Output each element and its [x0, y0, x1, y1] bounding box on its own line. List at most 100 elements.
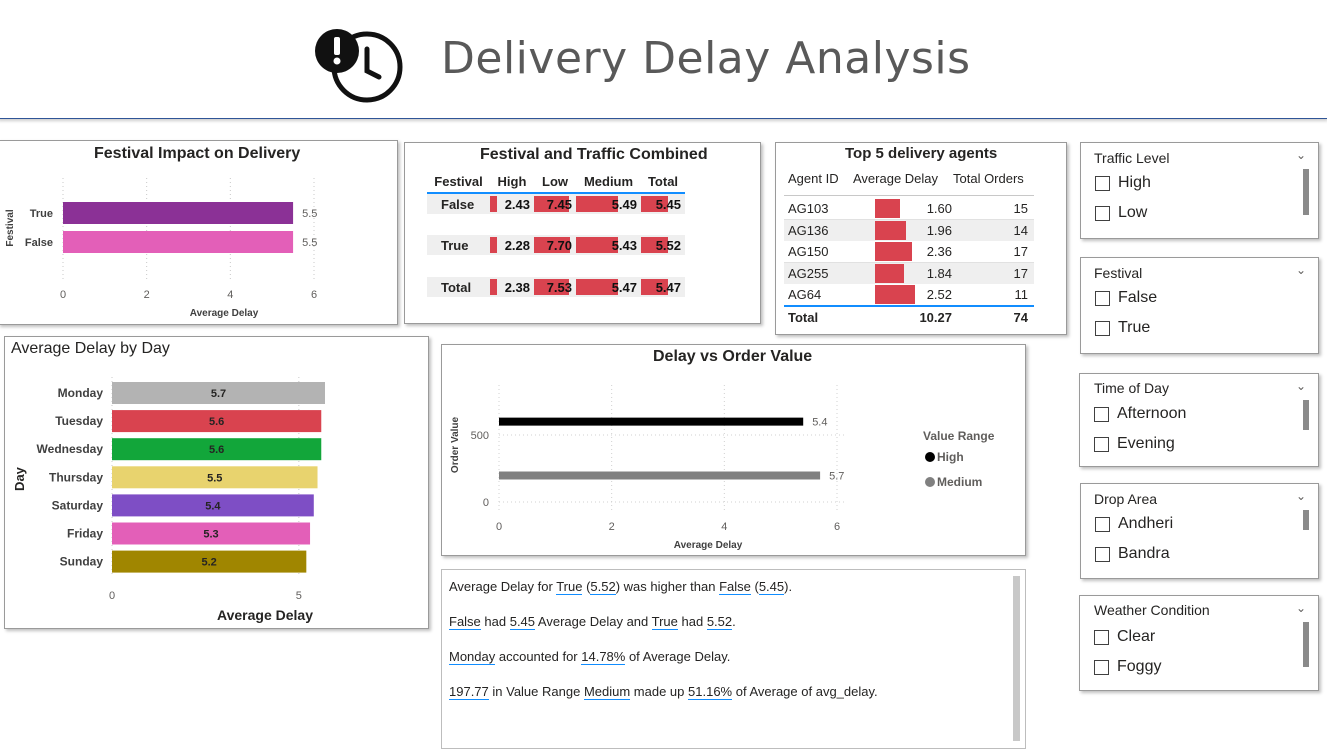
chevron-down-icon[interactable]: ⌄	[1296, 379, 1306, 393]
x-axis-title: Average Delay	[674, 540, 743, 551]
y-category-label: Friday	[67, 527, 103, 541]
x-tick-label: 0	[60, 289, 66, 301]
data-label: 5.5	[207, 472, 222, 484]
average-delay: 1.96	[926, 222, 952, 238]
agent-id: AG255	[788, 265, 829, 281]
col-header: Festival	[434, 173, 483, 189]
checkbox[interactable]	[1095, 516, 1110, 532]
slicer-scrollbar[interactable]	[1303, 169, 1309, 215]
table-row[interactable]: AG150 2.36 17	[784, 241, 1034, 263]
matrix-cell: 7.70	[534, 235, 576, 255]
festival-traffic-matrix[interactable]: Festival and Traffic Combined Festival H…	[404, 142, 761, 324]
legend-marker	[925, 452, 935, 462]
x-tick-label: 0	[496, 521, 502, 533]
total-orders: 11	[1014, 287, 1029, 302]
col-header: Low	[542, 173, 568, 189]
slicer-title: Traffic Level	[1094, 150, 1170, 166]
col-header-delay: Average Delay	[853, 171, 939, 186]
agent-id: AG103	[788, 201, 829, 216]
checkbox[interactable]	[1094, 659, 1109, 675]
checkbox[interactable]	[1094, 406, 1109, 422]
slicer-option[interactable]: High	[1095, 174, 1151, 192]
delay-vs-order-chart: 0 2 4 6 500 0 5.4 High 5.7 Medium Value Range Avera…	[450, 385, 995, 551]
total-delay: 10.27	[919, 310, 952, 325]
slicer-festival[interactable]: Festival ⌄ False True	[1080, 257, 1319, 354]
matrix-cell: 7.45	[534, 193, 576, 214]
checkbox[interactable]	[1095, 290, 1110, 306]
smart-narrative-card[interactable]: Average Delay for True (5.52) was higher…	[441, 569, 1026, 749]
data-label: 5.5	[302, 208, 317, 220]
col-header-agent: Agent ID	[788, 171, 839, 186]
y-axis-title: Day	[12, 466, 27, 491]
agent-id: AG64	[788, 287, 822, 302]
checkbox[interactable]	[1095, 175, 1110, 191]
matrix-cell: 5.49	[576, 193, 641, 214]
slicer-scrollbar[interactable]	[1303, 510, 1309, 530]
slicer-scrollbar[interactable]	[1303, 400, 1309, 430]
checkbox[interactable]	[1095, 546, 1110, 562]
total-divider	[784, 305, 1034, 307]
slicer-option[interactable]: Foggy	[1094, 658, 1161, 676]
col-header: Medium	[583, 173, 634, 189]
checkbox[interactable]	[1095, 320, 1110, 336]
data-label: 5.6	[209, 444, 224, 456]
average-delay: 1.60	[926, 201, 952, 216]
chevron-down-icon[interactable]: ⌄	[1296, 489, 1306, 503]
chevron-down-icon[interactable]: ⌄	[1296, 263, 1306, 277]
row-header: False	[441, 196, 475, 212]
col-header: Total	[647, 173, 679, 189]
data-label: 5.6	[209, 416, 224, 428]
data-label: 5.7	[829, 470, 844, 482]
y-category-label: False	[25, 237, 53, 249]
data-bar	[490, 196, 497, 212]
clock-alert-icon	[315, 29, 403, 103]
table-row[interactable]: AG136 1.96 14	[784, 219, 1034, 242]
x-axis-title: Average Delay	[217, 607, 313, 623]
slicer-option[interactable]: Andheri	[1095, 515, 1173, 533]
chevron-down-icon[interactable]: ⌄	[1296, 601, 1306, 615]
slicer-option[interactable]: False	[1095, 289, 1157, 307]
chevron-down-icon[interactable]: ⌄	[1296, 148, 1306, 162]
table-row[interactable]: AG64 2.52 11	[784, 284, 1034, 306]
checkbox[interactable]	[1095, 205, 1110, 221]
table-row[interactable]: AG103 1.60 15	[784, 198, 1034, 220]
data-label: 5.4	[812, 417, 827, 429]
slicer-title: Festival	[1094, 265, 1143, 281]
narrative-scrollbar[interactable]	[1013, 576, 1020, 741]
delay-vs-order-card[interactable]: Delay vs Order Value 0 2 4 6 500 0 5.4 High 5.7 M…	[441, 344, 1026, 556]
narrative-line-1: Average Delay for True (5.52) was higher…	[449, 579, 793, 595]
y-category-label: Thursday	[49, 470, 103, 484]
delay-by-day-card[interactable]: Average Delay by Day 0 5 Monday 5.7 Tuesday 5…	[4, 336, 429, 629]
slicer-option[interactable]: Afternoon	[1094, 405, 1186, 423]
matrix-row[interactable]: False 2.43 7.45 5.49 5.45	[427, 193, 685, 214]
x-tick-label: 5	[296, 590, 302, 602]
slicer-time-of-day[interactable]: Time of Day ⌄ Afternoon Evening	[1079, 373, 1319, 467]
slicer-title: Time of Day	[1094, 380, 1169, 396]
table-row[interactable]: AG255 1.84 17	[784, 262, 1034, 285]
festival-impact-card[interactable]: Festival Impact on Delivery 0 2 4 6 True 5.5 F…	[0, 140, 398, 325]
checkbox[interactable]	[1094, 629, 1109, 645]
y-category-label: Monday	[58, 386, 104, 400]
x-tick-label: 6	[311, 289, 317, 301]
slicer-option[interactable]: Low	[1095, 204, 1147, 222]
slicer-option[interactable]: Evening	[1094, 435, 1175, 453]
festival-impact-chart: 0 2 4 6 True 5.5 False 5.5 Average Delay Festival	[5, 178, 317, 319]
total-orders: 74	[1013, 310, 1028, 325]
data-label: 5.7	[211, 388, 226, 400]
slicer-option[interactable]: Clear	[1094, 628, 1155, 646]
col-header: High	[497, 173, 527, 189]
slicer-weather-condition[interactable]: Weather Condition ⌄ Clear Foggy	[1079, 595, 1319, 691]
matrix-row[interactable]: True 2.28 7.70 5.43 5.52	[427, 235, 685, 255]
matrix-row[interactable]: Total 2.38 7.53 5.47 5.47	[427, 277, 685, 297]
slicer-traffic-level[interactable]: Traffic Level ⌄ High Low	[1080, 142, 1319, 239]
slicer-option[interactable]: True	[1095, 319, 1150, 337]
row-spacer	[427, 255, 685, 277]
matrix-cell: 5.45	[641, 193, 685, 214]
checkbox[interactable]	[1094, 436, 1109, 452]
top-agents-table-card[interactable]: Top 5 delivery agents Agent ID Average D…	[775, 142, 1067, 335]
slicer-drop-area[interactable]: Drop Area ⌄ Andheri Bandra	[1080, 483, 1319, 579]
x-tick-label: 6	[834, 521, 840, 533]
slicer-option[interactable]: Bandra	[1095, 545, 1170, 563]
slicer-scrollbar[interactable]	[1303, 622, 1309, 667]
total-orders: 14	[1013, 222, 1028, 238]
